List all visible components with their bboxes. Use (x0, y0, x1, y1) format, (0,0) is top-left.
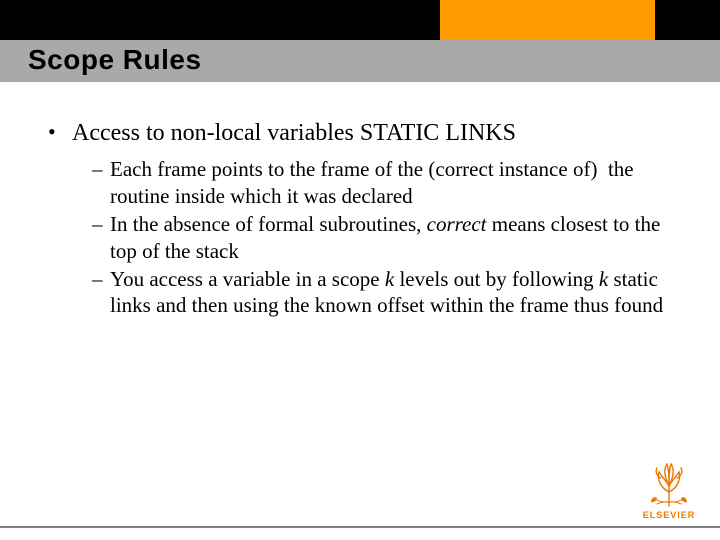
sub-bullet-2: – In the absence of formal subroutines, … (92, 211, 678, 265)
sub3-k1: k (385, 267, 394, 291)
sub-bullet-1-text: Each frame points to the frame of the (c… (110, 156, 678, 210)
slide-title: Scope Rules (28, 44, 202, 76)
sub-bullet-1: – Each frame points to the frame of the … (92, 156, 678, 210)
bottom-divider (0, 526, 720, 528)
dash-icon: – (92, 266, 110, 293)
slide-body: • Access to non-local variables STATIC L… (48, 118, 678, 320)
sub2-part-a: In the absence of formal subroutines, (110, 212, 427, 236)
sub-bullet-2-text: In the absence of formal subroutines, co… (110, 211, 678, 265)
publisher-logo-label: ELSEVIER (636, 510, 702, 520)
sub-bullet-3-text: You access a variable in a scope k level… (110, 266, 678, 320)
dash-icon: – (92, 156, 110, 183)
bullet-dot-icon: • (48, 118, 72, 147)
sub1-part-a: Each frame points to the frame of the (c… (110, 157, 634, 208)
publisher-logo: ELSEVIER (636, 458, 702, 520)
main-bullet-text: Access to non-local variables STATIC LIN… (72, 118, 678, 148)
top-orange-accent (440, 0, 655, 40)
sub-bullet-list: – Each frame points to the frame of the … (92, 156, 678, 319)
sub-bullet-3: – You access a variable in a scope k lev… (92, 266, 678, 320)
sub3-part-b: levels out by following (394, 267, 599, 291)
elsevier-tree-icon (643, 458, 695, 508)
sub3-part-a: You access a variable in a scope (110, 267, 385, 291)
sub3-k2: k (599, 267, 608, 291)
sub2-italic: correct (427, 212, 487, 236)
main-bullet-row: • Access to non-local variables STATIC L… (48, 118, 678, 148)
dash-icon: – (92, 211, 110, 238)
